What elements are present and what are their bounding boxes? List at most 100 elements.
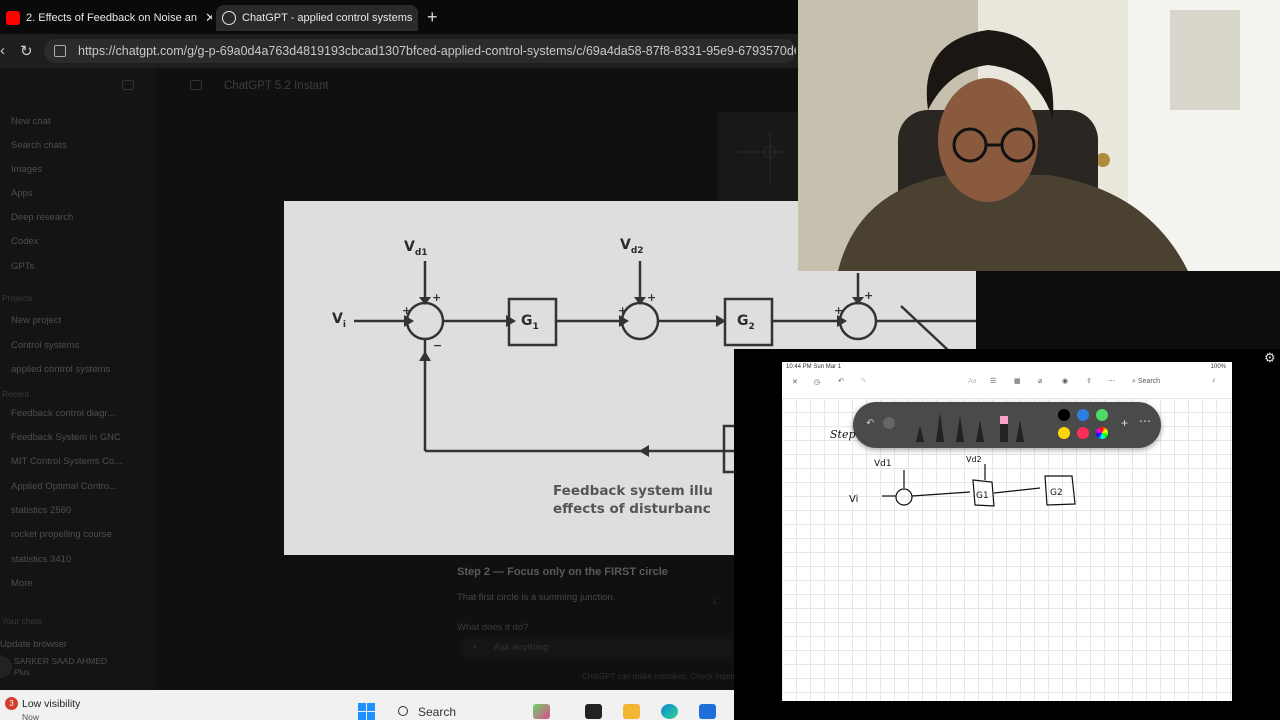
share-icon[interactable]: ⇪ — [1086, 377, 1092, 385]
update-browser-notice[interactable]: Update browser — [0, 639, 67, 650]
drawing-tool-palette: ↶ + ⋯ — [853, 402, 1161, 448]
add-tool-icon[interactable]: + — [1121, 416, 1128, 430]
sidebar-item-chat[interactable]: MIT Control Systems Co... — [11, 456, 122, 467]
sidebar-item-images[interactable]: Images — [11, 164, 42, 175]
chatgpt-icon — [222, 11, 236, 25]
tablet-notes: 10:44 PM Sun Mar 1 100% ✕ ◷ ↶ ↷ Aa ☰ ▦ ⌀… — [782, 362, 1232, 701]
sidebar-item-chat[interactable]: statistics 3410 — [11, 554, 71, 565]
weather-subtitle: Now — [22, 712, 40, 720]
edge-browser-icon[interactable] — [661, 704, 678, 719]
notes-toolbar: ✕ ◷ ↶ ↷ Aa ☰ ▦ ⌀ ◉ ⇪ ⋯ ⌕ Search ♪ — [782, 374, 1232, 394]
sketch-label-vi: Vi — [849, 494, 858, 505]
sidebar-item-chat[interactable]: Feedback control diagr... — [11, 408, 115, 419]
more-icon[interactable]: ⋯ — [1108, 377, 1115, 385]
sidebar-item-gpts[interactable]: GPTs — [11, 261, 34, 272]
address-bar-row: ‹ ↻ https://chatgpt.com/g/g-p-69a0d4a763… — [0, 34, 800, 68]
scroll-down-icon[interactable]: ↓ — [712, 595, 718, 607]
attach-plus-icon[interactable]: + — [472, 636, 478, 660]
sidebar-item-apps[interactable]: Apps — [11, 188, 33, 199]
color-swatch-green[interactable] — [1096, 409, 1108, 421]
sidebar-item-chat[interactable]: statistics 2560 — [11, 505, 71, 516]
sidebar-toggle-icon[interactable] — [122, 80, 134, 90]
attachment-icon[interactable]: ⌀ — [1038, 377, 1042, 385]
model-selector[interactable]: ChatGPT 5.2 Instant — [224, 80, 329, 92]
sidebar-item-chat[interactable]: Feedback System in GNC — [11, 432, 121, 443]
new-tab-button[interactable]: + — [427, 7, 438, 28]
sidebar-item-chat[interactable]: Applied Optimal Contro... — [11, 481, 117, 492]
url-field[interactable]: https://chatgpt.com/g/g-p-69a0d4a763d481… — [44, 39, 796, 63]
sidebar-item-new-project[interactable]: New project — [11, 315, 61, 326]
site-info-icon[interactable] — [54, 45, 66, 57]
undo-icon[interactable]: ↶ — [866, 418, 874, 429]
folder-icon[interactable] — [623, 704, 640, 719]
text-icon[interactable]: Aa — [968, 378, 977, 385]
handwritten-heading: Step — [830, 428, 856, 441]
notification-badge[interactable]: 3 — [5, 697, 18, 710]
projects-header: Projects — [2, 293, 33, 303]
step-heading: Step 2 — Focus only on the FIRST circle — [457, 566, 668, 578]
sidebar-item-more[interactable]: More — [11, 578, 33, 589]
table-icon[interactable]: ▦ — [1014, 377, 1021, 385]
close-icon[interactable]: ✕ — [792, 378, 798, 386]
tab-title: ChatGPT - applied control systems — [242, 12, 413, 24]
slide-caption-line2: effects of disturbanc — [553, 501, 711, 517]
reload-icon[interactable]: ↻ — [20, 42, 33, 60]
mic-icon[interactable]: ♪ — [1212, 377, 1216, 384]
sidebar-item-new-chat[interactable]: New chat — [11, 116, 51, 127]
undo-icon[interactable]: ↶ — [838, 377, 844, 385]
sidebar-item-codex[interactable]: Codex — [11, 236, 38, 247]
folder-icon[interactable] — [190, 80, 202, 90]
color-swatch-blue[interactable] — [1077, 409, 1089, 421]
block-label-g2: G2 — [737, 313, 755, 332]
tablet-status-bar: 10:44 PM Sun Mar 1 100% — [782, 362, 1232, 374]
gear-icon[interactable]: ⚙ — [1264, 350, 1276, 366]
redo-icon[interactable]: ↷ — [860, 377, 866, 385]
app-icon-widget[interactable] — [533, 704, 550, 719]
pen-mode-icon[interactable]: ◉ — [1062, 377, 1068, 385]
history-icon[interactable]: ◷ — [814, 378, 820, 386]
back-icon[interactable]: ‹ — [0, 42, 5, 59]
browser-tab-bar: 2. Effects of Feedback on Noise an ✕ Cha… — [0, 0, 800, 34]
weather-title[interactable]: Low visibility — [22, 698, 80, 710]
sidebar-item-deep-research[interactable]: Deep research — [11, 212, 73, 223]
svg-text:−: − — [433, 339, 442, 352]
taskbar: 3 Low visibility Now Search — [0, 690, 734, 720]
screen: 2. Effects of Feedback on Noise an ✕ Cha… — [0, 0, 1280, 720]
sketch-label-vd2: Vd2 — [966, 455, 982, 464]
palette-more-icon[interactable]: ⋯ — [1139, 414, 1151, 428]
tablet-battery: 100% — [1210, 364, 1226, 370]
input-label-vi: Vi — [332, 311, 346, 330]
color-swatch-black[interactable] — [1058, 409, 1070, 421]
url-text: https://chatgpt.com/g/g-p-69a0d4a763d481… — [78, 44, 796, 58]
user-plan: Plus — [14, 668, 30, 677]
notes-search[interactable]: ⌕ Search — [1132, 378, 1160, 386]
redo-icon[interactable] — [883, 417, 895, 429]
windows-start-icon[interactable] — [358, 703, 375, 720]
list-icon[interactable]: ☰ — [990, 377, 996, 385]
app-icon-terminal[interactable] — [585, 704, 602, 719]
taskbar-search[interactable]: Search — [390, 702, 520, 720]
pen-tools[interactable] — [908, 402, 1028, 448]
prompt-input[interactable]: + Ask anything — [460, 636, 735, 660]
sidebar-item-project[interactable]: applied control systems — [11, 364, 110, 375]
svg-text:+: + — [864, 289, 873, 302]
sidebar-item-chat[interactable]: rocket propelling course — [11, 529, 112, 540]
thumbnail-diagram — [738, 132, 788, 182]
svg-text:+: + — [618, 304, 627, 317]
tab-chatgpt[interactable]: ChatGPT - applied control systems ✕ — [216, 5, 418, 31]
color-swatch-yellow[interactable] — [1058, 427, 1070, 439]
webcam-feed — [798, 0, 1280, 271]
sketch-label-vd1: Vd1 — [874, 459, 892, 469]
app-icon-store[interactable] — [699, 704, 716, 719]
sidebar-item-project[interactable]: Control systems — [11, 340, 79, 351]
block-label-g1: G1 — [521, 313, 539, 332]
user-name: SARKER SAAD AHMED — [14, 656, 108, 666]
chats-header: Your chats — [2, 616, 42, 626]
tab-youtube[interactable]: 2. Effects of Feedback on Noise an ✕ — [0, 5, 212, 31]
search-icon — [398, 706, 408, 716]
uploaded-image-thumbnail[interactable] — [718, 112, 800, 202]
tab-close-icon[interactable]: ✕ — [205, 10, 212, 26]
sidebar-item-search[interactable]: Search chats — [11, 140, 66, 151]
color-swatch-red[interactable] — [1077, 427, 1089, 439]
color-wheel-icon[interactable] — [1096, 427, 1108, 439]
